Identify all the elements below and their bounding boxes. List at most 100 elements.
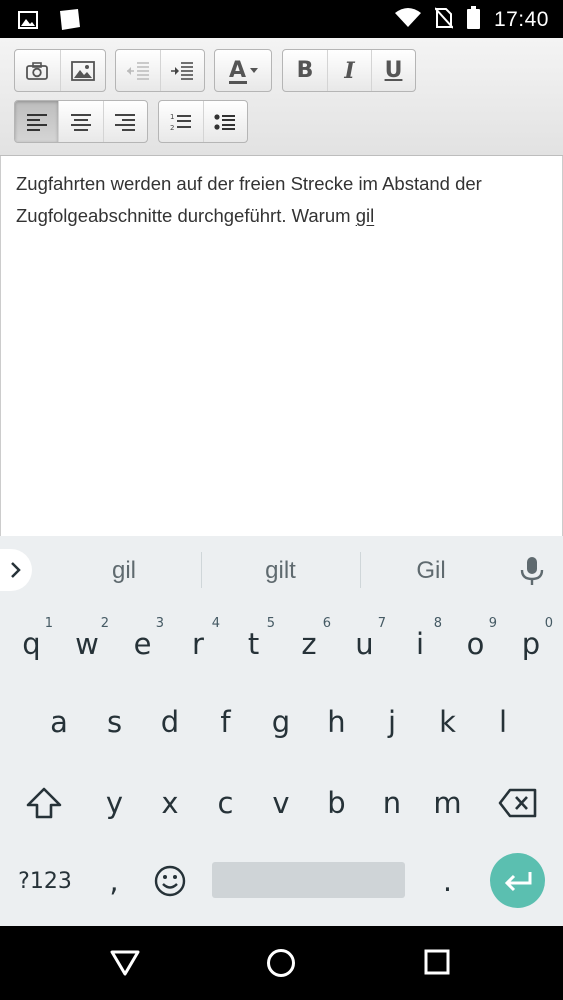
back-button[interactable] [110, 950, 140, 981]
clock: 17:40 [493, 8, 549, 31]
key-d[interactable]: d [142, 692, 198, 752]
suggestion-1[interactable]: gil [48, 536, 200, 606]
font-color-letter: A [228, 57, 247, 83]
align-left-button[interactable] [15, 101, 59, 142]
ordered-list-button[interactable]: 12 [159, 101, 203, 142]
key-hint: 2 [100, 616, 109, 631]
mic-icon [520, 557, 544, 585]
key-n[interactable]: n [364, 773, 420, 833]
alignment-group [14, 100, 148, 143]
suggestion-strip: gil gilt Gil [0, 536, 563, 606]
key-f[interactable]: f [198, 692, 253, 752]
underline-button[interactable]: U [371, 50, 415, 91]
keyboard: 1q 2w 3e 4r 5t 6z 7u 8i 9o 0p a s d f g … [0, 606, 563, 926]
enter-key[interactable] [490, 853, 545, 908]
key-o[interactable]: 9o [448, 614, 503, 674]
key-hint: 4 [211, 616, 220, 631]
backspace-key[interactable] [484, 773, 552, 833]
suggestion-3[interactable]: Gil [361, 536, 501, 606]
key-j[interactable]: j [364, 692, 420, 752]
backspace-icon [498, 788, 537, 818]
key-g[interactable]: g [253, 692, 309, 752]
align-right-button[interactable] [102, 101, 147, 142]
key-m[interactable]: m [420, 773, 475, 833]
key-e[interactable]: 3e [115, 614, 170, 674]
key-b[interactable]: b [309, 773, 364, 833]
expand-suggestions-button[interactable] [0, 549, 32, 591]
chevron-right-icon [11, 562, 21, 578]
list-group: 12 [158, 100, 248, 143]
align-left-icon [26, 113, 47, 131]
enter-icon [504, 871, 531, 891]
home-icon [267, 949, 295, 977]
svg-text:1: 1 [170, 113, 174, 121]
align-right-icon [115, 113, 136, 131]
bold-icon: B [296, 58, 314, 83]
key-w[interactable]: 2w [59, 614, 115, 674]
shift-key[interactable] [10, 773, 78, 833]
key-s[interactable]: s [87, 692, 142, 752]
key-x[interactable]: x [142, 773, 198, 833]
image-button[interactable] [59, 50, 106, 91]
key-i[interactable]: 8i [392, 614, 448, 674]
suggestion-2[interactable]: gilt [202, 536, 359, 606]
key-hint: 8 [433, 616, 442, 631]
comma-key[interactable]: , [88, 851, 140, 911]
image-icon [70, 60, 95, 81]
bullet-list-icon [214, 113, 236, 130]
key-hint: 3 [155, 616, 164, 631]
key-v[interactable]: v [253, 773, 309, 833]
home-button[interactable] [266, 948, 296, 983]
font-color-group: A [214, 49, 272, 92]
period-key[interactable]: . [420, 851, 475, 911]
key-hint: 6 [322, 616, 331, 631]
editor-toolbar: A B I U 12 [0, 38, 563, 156]
bold-button[interactable]: B [283, 50, 327, 91]
composing-word: gil [355, 205, 375, 226]
back-icon [110, 950, 140, 976]
ordered-list-icon: 12 [170, 113, 191, 132]
italic-button[interactable]: I [327, 50, 371, 91]
wifi-icon [394, 7, 421, 33]
key-hint: 1 [44, 616, 53, 631]
key-u[interactable]: 7u [337, 614, 392, 674]
shift-icon [26, 787, 62, 819]
mic-button[interactable] [518, 556, 546, 591]
symbols-key[interactable]: ?123 [6, 851, 84, 911]
editor-text: Zugfahrten werden auf der freien Strecke… [16, 173, 482, 226]
key-z[interactable]: 6z [281, 614, 337, 674]
image-notification-icon [18, 11, 38, 34]
emoji-key[interactable] [142, 851, 198, 911]
italic-icon: I [344, 57, 355, 84]
no-sim-icon [434, 6, 454, 34]
underline-icon: U [384, 58, 403, 83]
bullet-list-button[interactable] [202, 101, 248, 142]
text-editor[interactable]: Zugfahrten werden auf der freien Strecke… [0, 156, 563, 536]
recents-button[interactable] [424, 949, 450, 980]
key-k[interactable]: k [420, 692, 475, 752]
indent-button[interactable] [159, 50, 205, 91]
space-key[interactable] [212, 862, 405, 898]
key-t[interactable]: 5t [226, 614, 281, 674]
align-center-icon [70, 113, 91, 131]
emoji-icon [154, 865, 186, 897]
text-style-group: B I U [282, 49, 416, 92]
key-q[interactable]: 1q [4, 614, 59, 674]
key-p[interactable]: 0p [503, 614, 559, 674]
align-center-button[interactable] [58, 101, 102, 142]
outdent-button[interactable] [116, 50, 160, 91]
camera-button[interactable] [15, 50, 60, 91]
key-c[interactable]: c [198, 773, 253, 833]
font-color-button[interactable]: A [215, 50, 271, 91]
note-notification-icon [56, 8, 82, 37]
key-hint: 7 [377, 616, 386, 631]
outdent-icon [126, 61, 149, 80]
key-a[interactable]: a [31, 692, 87, 752]
key-h[interactable]: h [309, 692, 364, 752]
key-y[interactable]: y [87, 773, 142, 833]
indent-group [115, 49, 205, 92]
key-r[interactable]: 4r [170, 614, 226, 674]
editor-content[interactable]: Zugfahrten werden auf der freien Strecke… [16, 168, 551, 232]
status-bar: 17:40 [0, 0, 563, 38]
key-l[interactable]: l [475, 692, 531, 752]
